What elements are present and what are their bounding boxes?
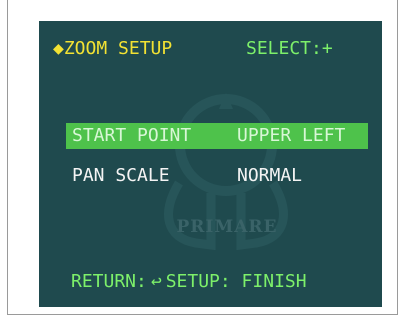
setup-finish-label: SETUP: FINISH [165, 271, 307, 292]
start-point-label: START POINT [72, 125, 192, 146]
select-hint: SELECT:+ [246, 38, 333, 59]
return-label: RETURN: [71, 271, 147, 292]
return-arrow-icon: ↩ [150, 271, 162, 292]
display-frame: PRIMARE ◆ZOOM SETUP SELECT:+ START POINT… [7, 0, 398, 315]
pan-scale-value[interactable]: NORMAL [237, 164, 302, 188]
menu-title: ◆ZOOM SETUP [53, 38, 173, 59]
start-point-value: UPPER LEFT [237, 125, 346, 146]
footer-hint: RETURN: ↩ SETUP: FINISH [71, 270, 307, 294]
watermark-text: PRIMARE [176, 217, 278, 237]
pan-scale-label[interactable]: PAN SCALE [72, 164, 170, 188]
osd-screen: PRIMARE ◆ZOOM SETUP SELECT:+ START POINT… [39, 21, 382, 307]
